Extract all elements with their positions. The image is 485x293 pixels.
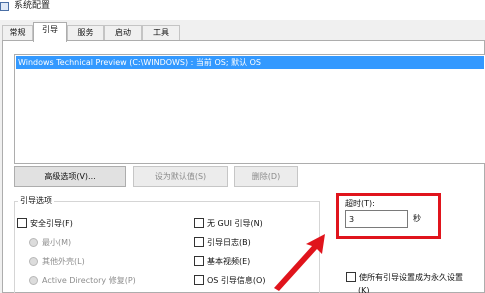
red-arrow-icon — [274, 234, 325, 291]
base-video-checkbox[interactable]: 基本视频(E) — [194, 256, 250, 270]
radio-circle[interactable] — [29, 256, 38, 266]
active-directory-repair-label: Active Directory 修复(P) — [42, 276, 136, 285]
tab-general[interactable]: 常规 — [2, 25, 33, 41]
safe-boot-checkbox[interactable]: 安全引导(F) — [17, 218, 73, 232]
boot-log-checkbox[interactable]: 引导日志(B) — [194, 237, 251, 251]
active-directory-repair-radio[interactable]: Active Directory 修复(P) — [29, 275, 136, 289]
base-video-label: 基本视频(E) — [207, 257, 251, 266]
delete-button[interactable]: 删除(D) — [234, 166, 298, 187]
tab-boot[interactable]: 引导 — [33, 22, 67, 42]
make-permanent-shortcut: (K) — [358, 286, 370, 293]
tab-tools[interactable]: 工具 — [142, 25, 180, 41]
minimal-radio[interactable]: 最小(M) — [29, 237, 71, 251]
tab-strip: 常规 引导 服务 启动 工具 — [0, 22, 485, 42]
no-gui-boot-checkbox[interactable]: 无 GUI 引导(N) — [194, 218, 263, 232]
tab-services[interactable]: 服务 — [67, 25, 104, 41]
radio-circle[interactable] — [29, 237, 38, 247]
tab-startup[interactable]: 启动 — [104, 25, 142, 41]
arrow-shape — [274, 234, 325, 291]
boot-options-group-label: 引导选项 — [18, 195, 54, 207]
msconfig-icon — [0, 2, 9, 11]
make-permanent-checkbox[interactable]: 使所有引导设置成为永久设置 — [346, 272, 463, 285]
boot-log-label: 引导日志(B) — [207, 238, 251, 247]
checkbox-box[interactable] — [194, 218, 204, 228]
safe-boot-label: 安全引导(F) — [30, 219, 73, 228]
os-boot-info-checkbox[interactable]: OS 引导信息(O) — [194, 275, 265, 289]
radio-circle[interactable] — [29, 275, 38, 285]
alternate-shell-label: 其他外壳(L) — [42, 257, 85, 266]
os-boot-info-label: OS 引导信息(O) — [207, 276, 266, 285]
minimal-label: 最小(M) — [42, 238, 72, 247]
make-permanent-label: 使所有引导设置成为永久设置 — [359, 273, 463, 282]
checkbox-box[interactable] — [17, 218, 27, 228]
checkbox-box[interactable] — [346, 272, 356, 282]
no-gui-boot-label: 无 GUI 引导(N) — [207, 219, 263, 228]
boot-os-list[interactable]: Windows Technical Preview (C:\WINDOWS) :… — [14, 54, 485, 164]
checkbox-box[interactable] — [194, 237, 204, 247]
alternate-shell-radio[interactable]: 其他外壳(L) — [29, 256, 85, 270]
set-as-default-button[interactable]: 设为默认值(S) — [133, 166, 228, 187]
os-list-item[interactable]: Windows Technical Preview (C:\WINDOWS) :… — [16, 56, 484, 69]
advanced-options-button[interactable]: 高级选项(V)... — [14, 166, 126, 187]
timeout-highlight-box — [336, 193, 441, 239]
checkbox-box[interactable] — [194, 275, 204, 285]
system-configuration-window: 系统配置 常规 引导 服务 启动 工具 Windows Technical Pr… — [0, 0, 485, 293]
boot-tab-panel: Windows Technical Preview (C:\WINDOWS) :… — [2, 40, 485, 293]
title-bar: 系统配置 — [0, 0, 485, 20]
window-title: 系统配置 — [14, 1, 51, 11]
checkbox-box[interactable] — [194, 256, 204, 266]
